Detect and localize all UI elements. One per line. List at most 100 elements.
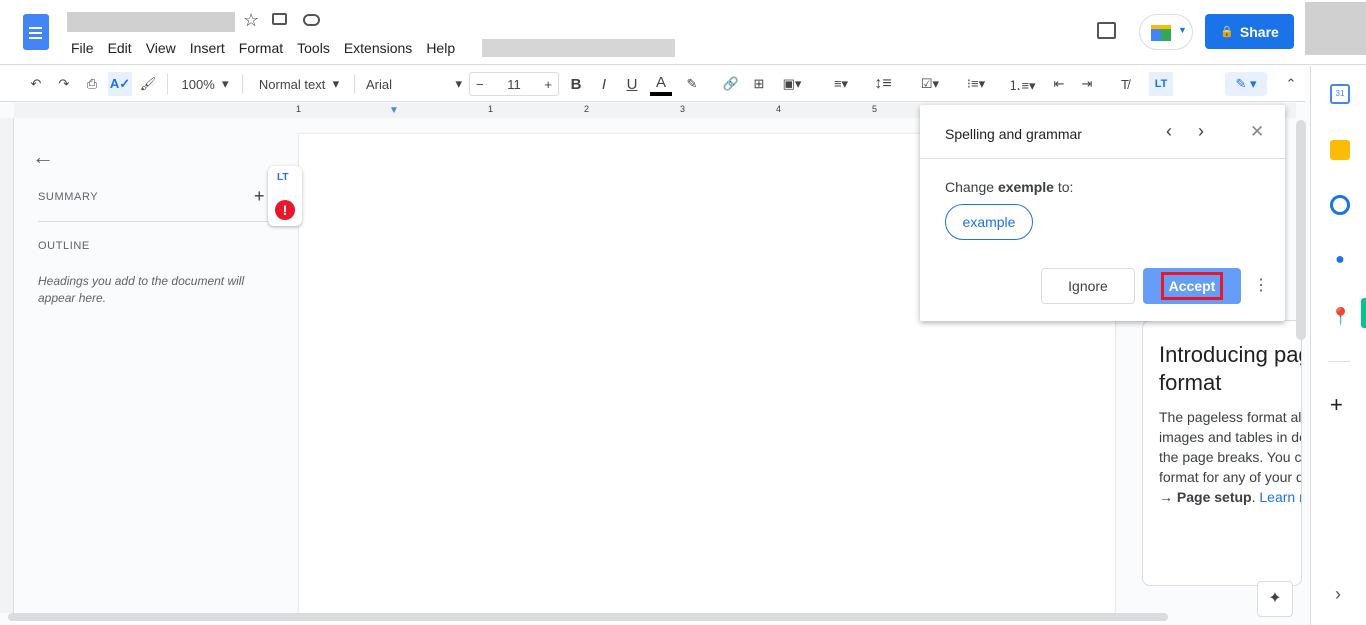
pageless-info-card: Introducing pageless format The pageless… xyxy=(1142,320,1302,586)
cloud-saved-icon xyxy=(303,14,320,26)
font-size-input[interactable]: 11 xyxy=(507,77,521,92)
clear-formatting-icon[interactable]: T̸ xyxy=(1114,72,1136,96)
explore-button[interactable]: ✦ xyxy=(1257,581,1293,617)
dialog-title: Spelling and grammar xyxy=(945,126,1082,142)
meet-button[interactable]: ▼ xyxy=(1139,14,1193,50)
comments-icon[interactable] xyxy=(1097,22,1116,39)
learn-more-link[interactable]: Learn more xyxy=(1259,489,1301,505)
title-bar: ☆ File Edit View Insert Format Tools Extension… xyxy=(0,0,1366,65)
menu-tools[interactable]: Tools xyxy=(297,40,330,56)
outline-hint: Headings you add to the document will ap… xyxy=(38,274,245,305)
last-edit-redacted[interactable] xyxy=(482,39,675,57)
expand-panel-icon[interactable]: › xyxy=(1335,584,1341,605)
menu-view[interactable]: View xyxy=(146,40,176,56)
menu-edit[interactable]: Edit xyxy=(108,40,132,56)
zoom-select[interactable]: 100% ▾ xyxy=(175,72,235,96)
vertical-ruler[interactable] xyxy=(0,118,14,613)
numbered-list-icon[interactable]: ⒈≡▾ xyxy=(1004,72,1040,96)
line-spacing-icon[interactable]: ↕≡ xyxy=(872,72,894,96)
font-size-stepper[interactable]: − 11 + xyxy=(469,72,559,96)
menu-insert[interactable]: Insert xyxy=(190,40,225,56)
ruler-label: 2 xyxy=(584,104,590,114)
divider xyxy=(1328,361,1350,362)
outline-panel: ← SUMMARY + OUTLINE Headings you add to … xyxy=(14,118,298,613)
suggestion-chip[interactable]: example xyxy=(945,204,1033,240)
contacts-icon[interactable]: ● xyxy=(1330,251,1350,271)
languagetool-icon[interactable]: LT xyxy=(1149,72,1173,96)
add-summary-icon[interactable]: + xyxy=(254,186,265,207)
error-icon[interactable]: ! xyxy=(275,200,295,220)
style-select[interactable]: Normal text ▾ xyxy=(250,72,348,96)
close-icon[interactable]: ✕ xyxy=(1250,122,1264,142)
menu-bar: File Edit View Insert Format Tools Extensions H… xyxy=(71,40,469,58)
underline-icon[interactable]: U xyxy=(622,72,642,96)
card-title: Introducing pageless format xyxy=(1159,342,1301,395)
docs-logo-icon[interactable] xyxy=(23,14,49,50)
horizontal-scrollbar[interactable] xyxy=(8,613,1168,621)
divider xyxy=(38,221,272,222)
editing-mode-button[interactable]: ✎ ▾ xyxy=(1225,72,1267,96)
menu-file[interactable]: File xyxy=(71,40,94,56)
more-options-icon[interactable]: ⋮ xyxy=(1253,275,1269,295)
increase-indent-icon[interactable]: ⇥ xyxy=(1076,72,1098,96)
italic-icon[interactable]: I xyxy=(594,72,614,96)
tasks-icon[interactable] xyxy=(1330,195,1350,215)
text-color-icon[interactable]: A xyxy=(650,72,672,96)
indent-marker[interactable]: ▼ xyxy=(389,105,399,116)
previous-suggestion-icon[interactable]: ‹ xyxy=(1166,121,1172,142)
ruler-label: 3 xyxy=(680,104,686,114)
close-outline-icon[interactable]: ← xyxy=(32,144,54,170)
languagetool-badge[interactable]: LT ! xyxy=(268,166,302,226)
link-icon[interactable]: 🔗 xyxy=(720,72,742,96)
side-panel: 31 ● 📍 + › xyxy=(1310,66,1366,625)
menu-format[interactable]: Format xyxy=(239,40,283,56)
font-select[interactable]: Arial ▾ xyxy=(366,72,462,96)
insert-image-icon[interactable]: ▣▾ xyxy=(776,72,808,96)
calendar-icon[interactable]: 31 xyxy=(1330,84,1350,104)
outline-heading: OUTLINE xyxy=(38,240,90,252)
ruler-label: 5 xyxy=(872,104,878,114)
bulleted-list-icon[interactable]: ⁝≡▾ xyxy=(958,72,994,96)
share-button[interactable]: 🔒 Share xyxy=(1205,14,1294,49)
lock-icon: 🔒 xyxy=(1220,26,1234,38)
keep-icon[interactable] xyxy=(1330,140,1350,160)
ignore-button[interactable]: Ignore xyxy=(1041,268,1135,304)
undo-icon[interactable]: ↶ xyxy=(24,72,48,96)
accept-label: Accept xyxy=(1161,272,1223,300)
star-icon[interactable]: ☆ xyxy=(243,10,259,31)
ruler-label: 4 xyxy=(776,104,782,114)
card-body: The pageless format allows wide images a… xyxy=(1159,407,1301,507)
increase-size-button[interactable]: + xyxy=(544,77,552,92)
vertical-scrollbar[interactable] xyxy=(1296,120,1306,340)
bold-icon[interactable]: B xyxy=(566,72,586,96)
languagetool-logo-icon: LT xyxy=(277,172,289,183)
menu-help[interactable]: Help xyxy=(426,40,455,56)
document-title[interactable] xyxy=(67,12,235,32)
maps-icon[interactable]: 📍 xyxy=(1330,307,1351,327)
meet-icon xyxy=(1151,25,1171,41)
decrease-indent-icon[interactable]: ⇤ xyxy=(1048,72,1070,96)
account-avatar[interactable] xyxy=(1305,2,1366,55)
change-text: Change exemple to: xyxy=(945,179,1074,195)
toolbar: ↶ ↷ ⎙ A✓ 🖌 100% ▾ Normal text ▾ Arial ▾ −… xyxy=(0,66,1305,102)
paint-format-icon[interactable]: 🖌 xyxy=(136,72,160,96)
checklist-icon[interactable]: ☑▾ xyxy=(912,72,948,96)
highlight-icon[interactable]: ✎ xyxy=(682,72,702,96)
accept-button[interactable]: Accept xyxy=(1143,268,1241,304)
spelling-grammar-dialog: Spelling and grammar ‹ › ✕ Change exempl… xyxy=(920,105,1285,321)
redo-icon[interactable]: ↷ xyxy=(52,72,76,96)
summary-heading: SUMMARY xyxy=(38,191,99,203)
add-addon-icon[interactable]: + xyxy=(1330,392,1343,418)
collapse-menus-icon[interactable]: ⌃ xyxy=(1280,72,1302,96)
menu-extensions[interactable]: Extensions xyxy=(344,40,412,56)
decrease-size-button[interactable]: − xyxy=(476,77,484,92)
align-icon[interactable]: ≡▾ xyxy=(826,72,856,96)
print-icon[interactable]: ⎙ xyxy=(80,72,104,96)
move-folder-icon[interactable] xyxy=(272,13,287,25)
ruler-label: 1 xyxy=(296,104,302,114)
next-suggestion-icon[interactable]: › xyxy=(1198,121,1204,142)
ruler-label: 1 xyxy=(488,104,494,114)
active-indicator xyxy=(1361,298,1366,328)
add-comment-icon[interactable]: ⊞ xyxy=(748,72,770,96)
spellcheck-icon[interactable]: A✓ xyxy=(108,72,132,96)
